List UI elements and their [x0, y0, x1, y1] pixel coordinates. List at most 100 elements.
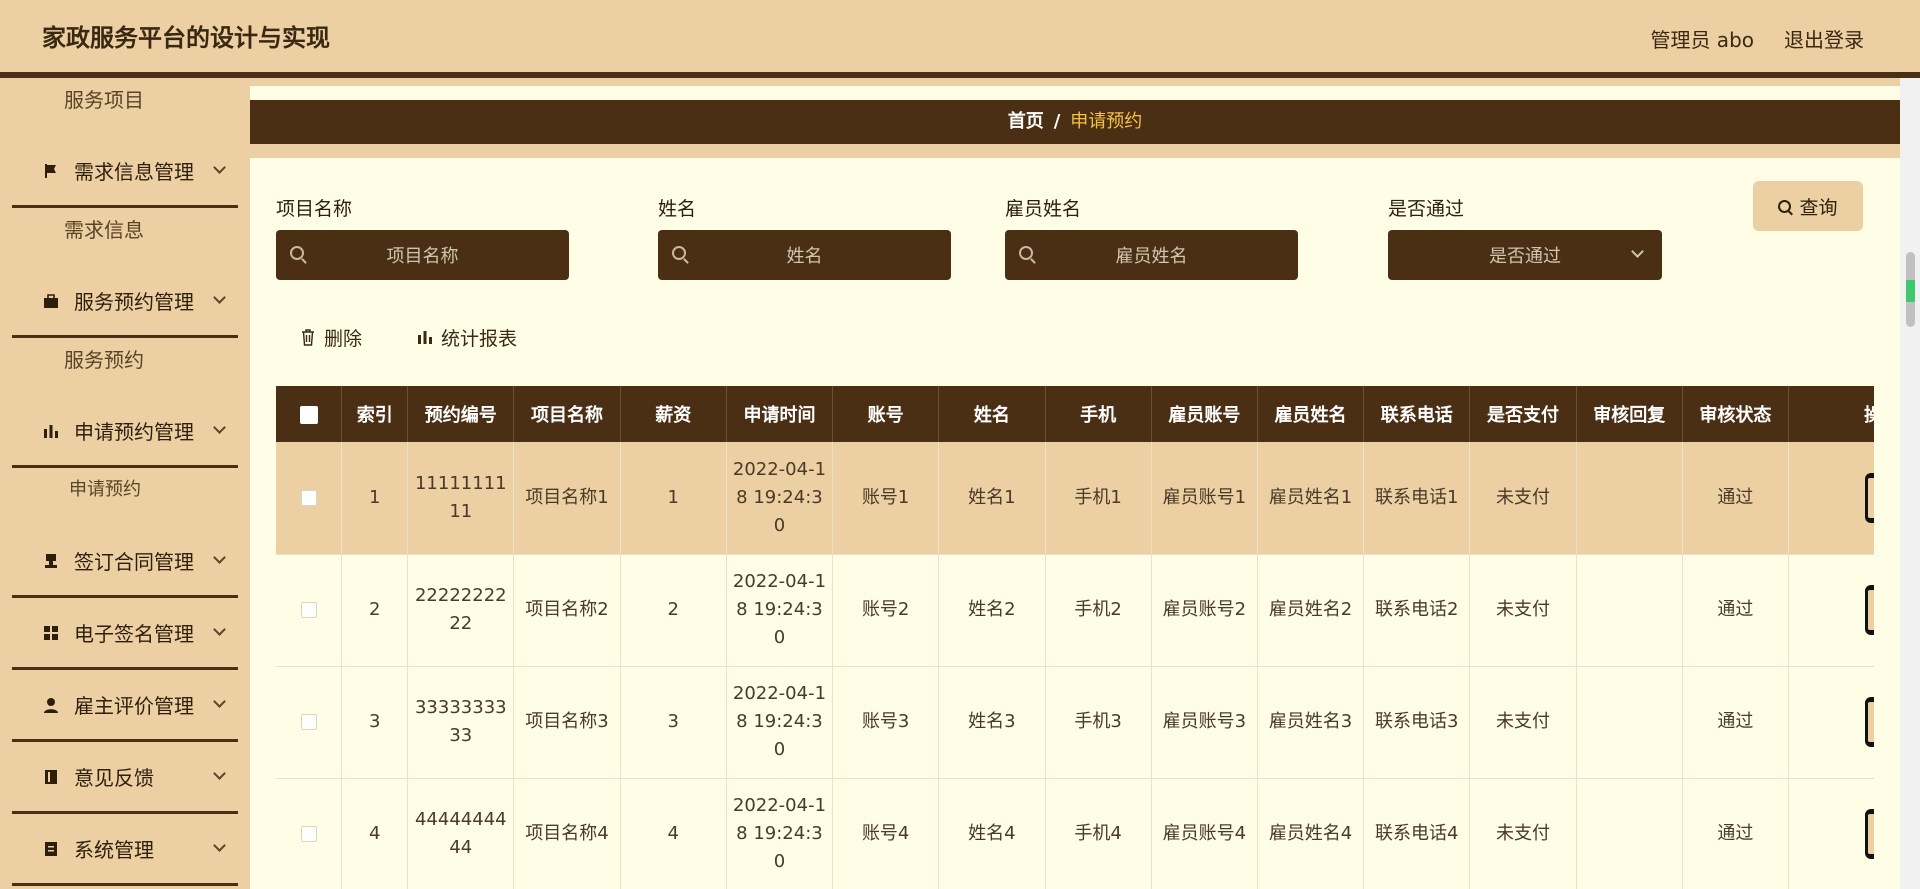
- cell-time: 2022-04-18 19:24:30: [726, 442, 834, 555]
- cell-emp-name: 雇员姓名3: [1257, 666, 1365, 779]
- sidebar-menu[interactable]: 签订合同管理: [12, 526, 238, 598]
- row-checkbox[interactable]: [300, 602, 317, 618]
- column-header: 审核状态: [1682, 386, 1790, 442]
- cell-project: 项目名称1: [513, 442, 621, 555]
- booking-table: 索引 预约编号 项目名称 薪资 申请时间 账号 姓名 手机 雇员账号 雇员姓名 联系电话 是否支付 审核…: [276, 386, 1874, 889]
- table-row[interactable]: 1 1111111111 项目名称1 1 2022-04-18 19:24:30 账号1 姓…: [276, 442, 1874, 555]
- chevron-down-icon: [213, 839, 226, 852]
- report-button[interactable]: 统计报表: [417, 322, 517, 352]
- breadcrumb-current: 申请预约: [1070, 111, 1143, 132]
- column-header: 申请时间: [726, 386, 834, 442]
- table-row[interactable]: 2 2222222222 项目名称2 2 2022-04-18 19:24:30 账号2 姓…: [276, 554, 1874, 667]
- detail-button[interactable]: 详情: [1865, 697, 1874, 747]
- stamp-icon: [42, 552, 60, 570]
- detail-button[interactable]: 详情: [1865, 585, 1874, 635]
- sidebar-menu[interactable]: 意见反馈: [12, 742, 238, 814]
- logout-link[interactable]: 退出登录: [1784, 24, 1864, 53]
- cell-emp-account: 雇员账号1: [1151, 442, 1258, 555]
- column-header: 雇员账号: [1151, 386, 1258, 442]
- cell-name: 姓名1: [938, 442, 1046, 555]
- passed-select[interactable]: 是否通过: [1388, 230, 1662, 280]
- project-name-placeholder: 项目名称: [386, 246, 459, 267]
- cell-paid: 未支付: [1469, 666, 1577, 779]
- table-header-row: 索引 预约编号 项目名称 薪资 申请时间 账号 姓名 手机 雇员账号 雇员姓名 联系电话 是否支付 审核…: [276, 386, 1874, 442]
- cell-emp-name: 雇员姓名4: [1257, 778, 1365, 889]
- cell-actions: 详情: [1788, 778, 1874, 889]
- sidebar-subitem[interactable]: 服务预约: [0, 338, 250, 396]
- row-checkbox-cell[interactable]: [276, 778, 343, 889]
- sidebar-subitem[interactable]: 申请预约: [0, 468, 250, 526]
- bar-chart-icon: [417, 329, 433, 345]
- cell-account: 账号1: [832, 442, 940, 555]
- search-icon: [1778, 199, 1792, 213]
- cell-status: 通过: [1682, 554, 1790, 667]
- cell-reply: [1576, 554, 1683, 667]
- sidebar-menu[interactable]: 雇主评价管理: [12, 670, 238, 742]
- name-input[interactable]: 姓名: [658, 230, 951, 280]
- page-scrollbar[interactable]: [1900, 78, 1920, 889]
- select-all-checkbox-cell[interactable]: [276, 386, 343, 442]
- cell-time: 2022-04-18 19:24:30: [726, 666, 834, 779]
- sidebar-menu[interactable]: 需求信息管理: [12, 136, 238, 208]
- cell-emp-account: 雇员账号4: [1151, 778, 1258, 889]
- sidebar-menu[interactable]: 系统管理: [12, 814, 238, 886]
- detail-button[interactable]: 详情: [1865, 809, 1874, 859]
- table-row[interactable]: 3 3333333333 项目名称3 3 2022-04-18 19:24:30 账号3 姓…: [276, 666, 1874, 779]
- name-placeholder: 姓名: [786, 246, 823, 267]
- column-header: 雇员姓名: [1257, 386, 1365, 442]
- column-header: 手机: [1045, 386, 1152, 442]
- column-header: 姓名: [938, 386, 1046, 442]
- cell-phone: 手机3: [1045, 666, 1152, 779]
- sidebar-subitem[interactable]: 服务项目: [0, 78, 250, 136]
- trash-icon: [300, 328, 316, 346]
- chevron-down-icon: [213, 767, 226, 780]
- sidebar-menu[interactable]: 服务预约管理: [12, 266, 238, 338]
- cell-salary: 1: [620, 442, 727, 555]
- cell-salary: 3: [620, 666, 727, 779]
- employee-name-input[interactable]: 雇员姓名: [1005, 230, 1298, 280]
- row-checkbox[interactable]: [300, 714, 317, 730]
- breadcrumb-home[interactable]: 首页: [1008, 111, 1044, 132]
- cell-actions: 详情: [1788, 442, 1874, 555]
- cell-emp-account: 雇员账号3: [1151, 666, 1258, 779]
- row-checkbox[interactable]: [300, 826, 317, 842]
- project-name-label: 项目名称: [276, 198, 353, 220]
- column-header: 项目名称: [513, 386, 621, 442]
- cell-name: 姓名3: [938, 666, 1046, 779]
- row-checkbox-cell[interactable]: [276, 666, 343, 779]
- chevron-down-icon: [213, 161, 226, 174]
- cell-account: 账号3: [832, 666, 940, 779]
- cell-phone: 手机4: [1045, 778, 1152, 889]
- cell-contact: 联系电话4: [1363, 778, 1471, 889]
- column-header: 预约编号: [407, 386, 515, 442]
- book-icon: [42, 768, 60, 786]
- chevron-down-icon: [213, 421, 226, 434]
- sidebar-menu[interactable]: 电子签名管理: [12, 598, 238, 670]
- delete-button-label: 删除: [324, 327, 363, 350]
- row-checkbox-cell[interactable]: [276, 442, 343, 555]
- table-row[interactable]: 4 4444444444 项目名称4 4 2022-04-18 19:24:30 账号4 姓…: [276, 778, 1874, 889]
- row-checkbox[interactable]: [300, 489, 317, 506]
- sidebar-menu-label: 电子签名管理: [74, 622, 194, 646]
- detail-button[interactable]: 详情: [1865, 472, 1874, 523]
- query-button-label: 查询: [1799, 196, 1838, 219]
- cell-project: 项目名称2: [513, 554, 621, 667]
- search-icon: [290, 246, 304, 260]
- cell-name: 姓名2: [938, 554, 1046, 667]
- row-checkbox-cell[interactable]: [276, 554, 343, 667]
- sidebar-subitem[interactable]: 需求信息: [0, 208, 250, 266]
- sidebar-menu[interactable]: 申请预约管理: [12, 396, 238, 468]
- passed-label: 是否通过: [1388, 198, 1465, 220]
- query-button[interactable]: 查询: [1753, 181, 1863, 231]
- select-all-checkbox[interactable]: [299, 405, 318, 424]
- cell-paid: 未支付: [1469, 442, 1577, 555]
- project-name-input[interactable]: 项目名称: [276, 230, 569, 280]
- user-icon: [42, 696, 60, 714]
- sidebar: 服务项目 需求信息管理 需求信息 服务预约管理 服务预约 申请预约管理 申请预约 签订合同管理…: [0, 78, 250, 889]
- employee-name-label: 雇员姓名: [1005, 198, 1082, 220]
- delete-button[interactable]: 删除: [300, 322, 362, 352]
- column-header: 薪资: [620, 386, 727, 442]
- cell-phone: 手机1: [1045, 442, 1152, 555]
- breadcrumb-separator: /: [1053, 111, 1061, 132]
- scrollbar-thumb[interactable]: [1906, 252, 1915, 327]
